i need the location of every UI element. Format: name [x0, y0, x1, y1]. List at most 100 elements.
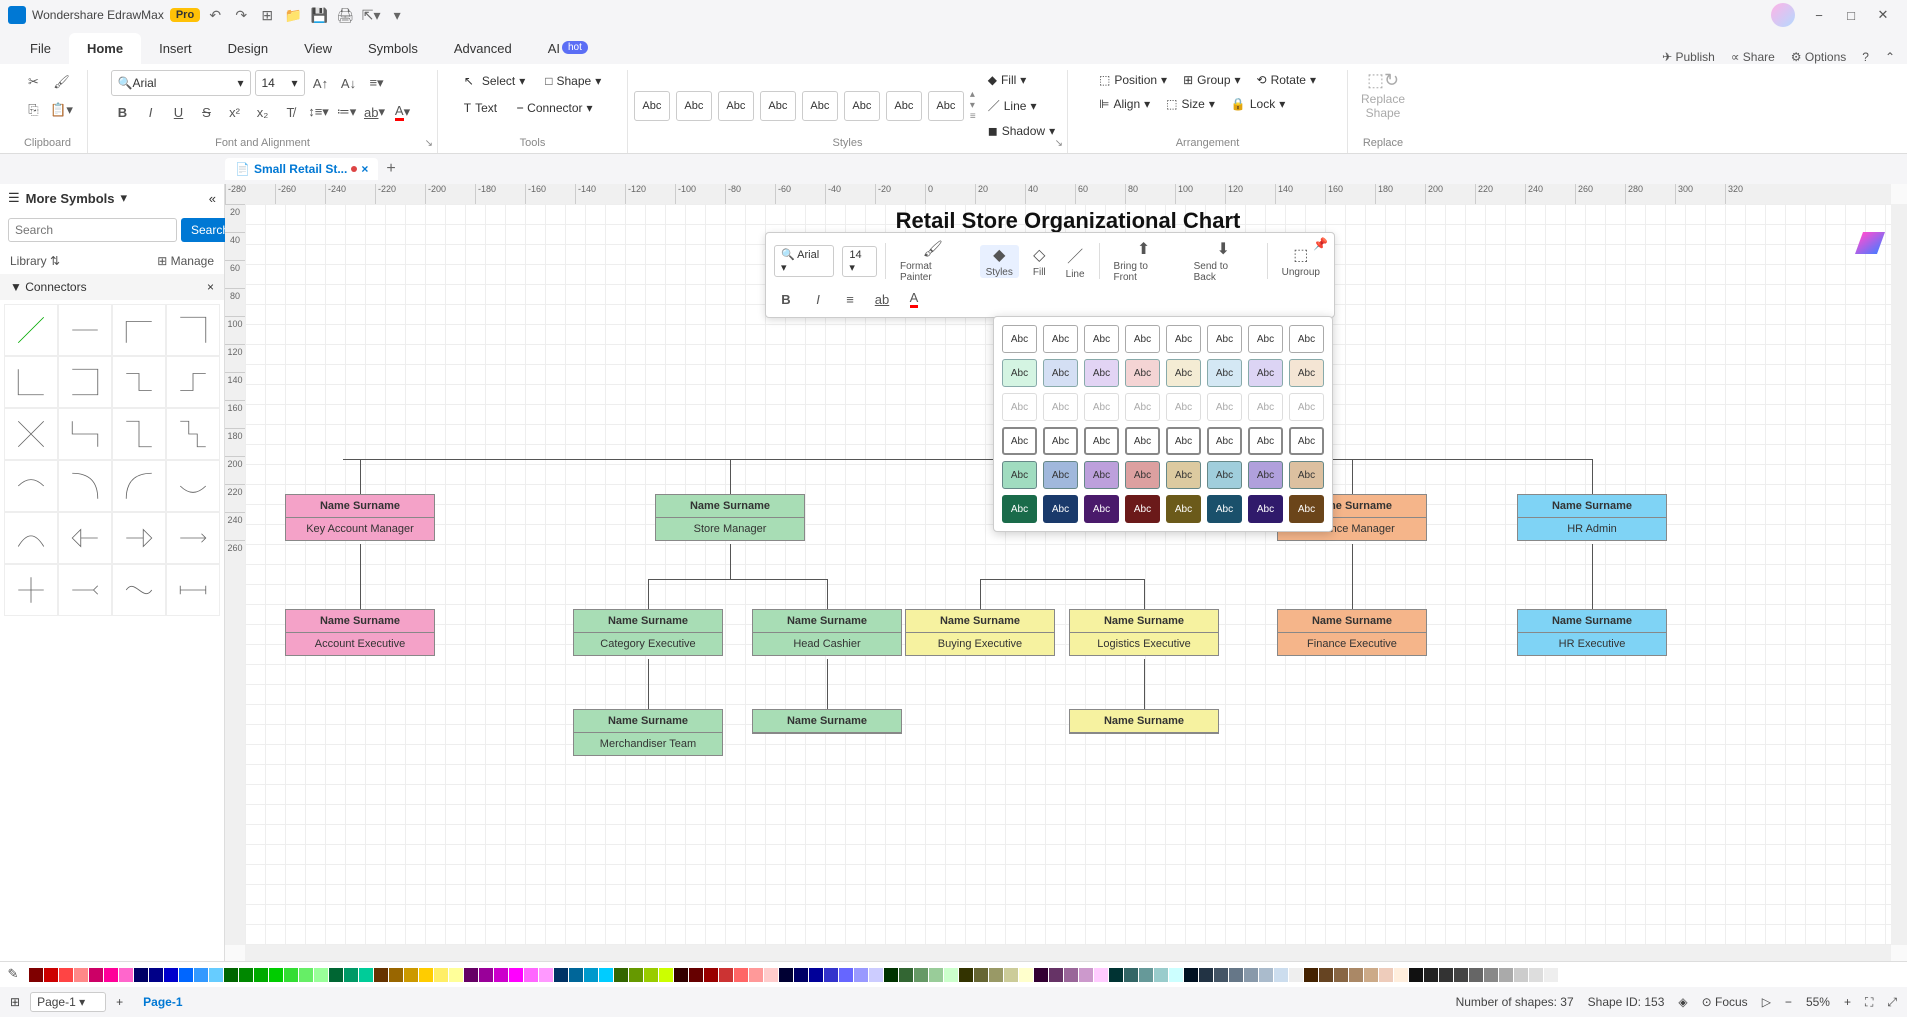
position-button[interactable]: ⬚ Position▾ — [1093, 70, 1173, 90]
select-tool[interactable]: ↖ Select▾ — [456, 70, 533, 92]
color-swatch[interactable] — [1289, 968, 1303, 982]
connector-shape[interactable] — [166, 460, 220, 512]
color-swatch[interactable] — [1004, 968, 1018, 982]
connectors-section-header[interactable]: ▼ Connectors × — [0, 274, 224, 300]
fill-button[interactable]: ◆ Fill▾ — [982, 70, 1061, 90]
color-swatch[interactable] — [704, 968, 718, 982]
close-section-button[interactable]: × — [207, 280, 214, 294]
ftb-italic[interactable]: I — [806, 287, 830, 311]
color-swatch[interactable] — [1259, 968, 1273, 982]
color-swatch[interactable] — [269, 968, 283, 982]
style-swatch[interactable]: Abc — [1166, 359, 1201, 387]
style-swatch[interactable]: Abc — [1084, 461, 1119, 489]
connector-shape[interactable] — [166, 564, 220, 616]
style-swatch[interactable]: Abc — [1125, 393, 1160, 421]
color-swatch[interactable] — [1454, 968, 1468, 982]
color-swatch[interactable] — [194, 968, 208, 982]
connector-shape[interactable] — [166, 408, 220, 460]
pin-button[interactable]: 📌 — [1313, 237, 1328, 251]
connector-shape[interactable] — [58, 304, 112, 356]
org-node-hc[interactable]: Name SurnameHead Cashier — [752, 609, 902, 656]
ftb-line[interactable]: ／Line — [1060, 243, 1091, 280]
style-swatch[interactable]: Abc — [1166, 393, 1201, 421]
italic-button[interactable]: I — [139, 100, 163, 124]
style-swatch[interactable]: Abc — [1248, 393, 1283, 421]
color-swatch[interactable] — [1034, 968, 1048, 982]
style-preset-7[interactable]: Abc — [886, 91, 922, 121]
ftb-font-color[interactable]: A — [902, 287, 926, 311]
color-swatch[interactable] — [284, 968, 298, 982]
doc-tab-1[interactable]: 📄 Small Retail St... × — [225, 158, 378, 180]
color-swatch[interactable] — [809, 968, 823, 982]
color-swatch[interactable] — [899, 968, 913, 982]
color-swatch[interactable] — [524, 968, 538, 982]
color-swatch[interactable] — [764, 968, 778, 982]
style-swatch[interactable]: Abc — [1002, 393, 1037, 421]
style-swatch[interactable]: Abc — [1084, 393, 1119, 421]
connector-shape[interactable] — [112, 408, 166, 460]
color-swatch[interactable] — [1184, 968, 1198, 982]
open-button[interactable]: 📁 — [282, 4, 304, 26]
color-swatch[interactable] — [1469, 968, 1483, 982]
outline-view-button[interactable]: ⊞ — [10, 995, 20, 1009]
color-swatch[interactable] — [1154, 968, 1168, 982]
style-swatch[interactable]: Abc — [1125, 461, 1160, 489]
close-tab-button[interactable]: × — [361, 162, 368, 176]
connector-shape[interactable] — [58, 408, 112, 460]
color-swatch[interactable] — [1019, 968, 1033, 982]
focus-button[interactable]: ⊙ Focus — [1702, 995, 1748, 1009]
color-swatch[interactable] — [1334, 968, 1348, 982]
org-node-hre[interactable]: Name SurnameHR Executive — [1517, 609, 1667, 656]
style-swatch[interactable]: Abc — [1002, 325, 1037, 353]
add-page-button[interactable]: + — [116, 995, 123, 1009]
color-swatch[interactable] — [1349, 968, 1363, 982]
color-swatch[interactable] — [869, 968, 883, 982]
color-swatch[interactable] — [1529, 968, 1543, 982]
style-swatch[interactable]: Abc — [1248, 495, 1283, 523]
eyedropper-icon[interactable]: ✎ — [4, 966, 22, 984]
style-preset-3[interactable]: Abc — [718, 91, 754, 121]
superscript-button[interactable]: x² — [223, 100, 247, 124]
lock-button[interactable]: 🔒 Lock▾ — [1225, 94, 1291, 114]
new-button[interactable]: ⊞ — [256, 4, 278, 26]
bullets-button[interactable]: ≔▾ — [335, 100, 359, 124]
menu-home[interactable]: Home — [69, 33, 141, 64]
org-node-n3[interactable]: Name Surname — [1069, 709, 1219, 734]
page-select[interactable]: Page-1 ▾ — [30, 992, 106, 1012]
copy-button[interactable]: ⎘ — [22, 98, 46, 122]
color-swatch[interactable] — [749, 968, 763, 982]
ftb-align[interactable]: ≡ — [838, 287, 862, 311]
font-size-select[interactable]: 14▾ — [255, 70, 305, 96]
color-swatch[interactable] — [449, 968, 463, 982]
color-swatch[interactable] — [89, 968, 103, 982]
style-preset-2[interactable]: Abc — [676, 91, 712, 121]
menu-file[interactable]: File — [12, 33, 69, 64]
style-preset-4[interactable]: Abc — [760, 91, 796, 121]
style-swatch[interactable]: Abc — [1248, 359, 1283, 387]
color-swatch[interactable] — [1124, 968, 1138, 982]
color-swatch[interactable] — [719, 968, 733, 982]
highlight-button[interactable]: ab▾ — [363, 100, 387, 124]
ftb-format-painter[interactable]: 🖌Format Painter — [894, 239, 972, 283]
color-swatch[interactable] — [224, 968, 238, 982]
style-swatch[interactable]: Abc — [1084, 359, 1119, 387]
zoom-out-button[interactable]: − — [1785, 995, 1792, 1009]
org-node-sm[interactable]: Name SurnameStore Manager — [655, 494, 805, 541]
connector-shape[interactable] — [112, 304, 166, 356]
color-swatch[interactable] — [1304, 968, 1318, 982]
rotate-button[interactable]: ⟲ Rotate▾ — [1251, 70, 1322, 90]
connector-shape[interactable] — [4, 564, 58, 616]
color-swatch[interactable] — [1049, 968, 1063, 982]
export-button[interactable]: ⇱▾ — [360, 4, 382, 26]
shrink-font-button[interactable]: A↓ — [337, 71, 361, 95]
style-swatch[interactable]: Abc — [1289, 495, 1324, 523]
color-swatch[interactable] — [914, 968, 928, 982]
org-node-le[interactable]: Name SurnameLogistics Executive — [1069, 609, 1219, 656]
ftb-font-select[interactable]: 🔍 Arial ▾ — [774, 245, 834, 277]
connector-shape[interactable] — [112, 356, 166, 408]
style-preset-5[interactable]: Abc — [802, 91, 838, 121]
style-swatch[interactable]: Abc — [1207, 495, 1242, 523]
style-swatch[interactable]: Abc — [1289, 325, 1324, 353]
color-swatch[interactable] — [179, 968, 193, 982]
add-tab-button[interactable]: + — [386, 160, 395, 178]
